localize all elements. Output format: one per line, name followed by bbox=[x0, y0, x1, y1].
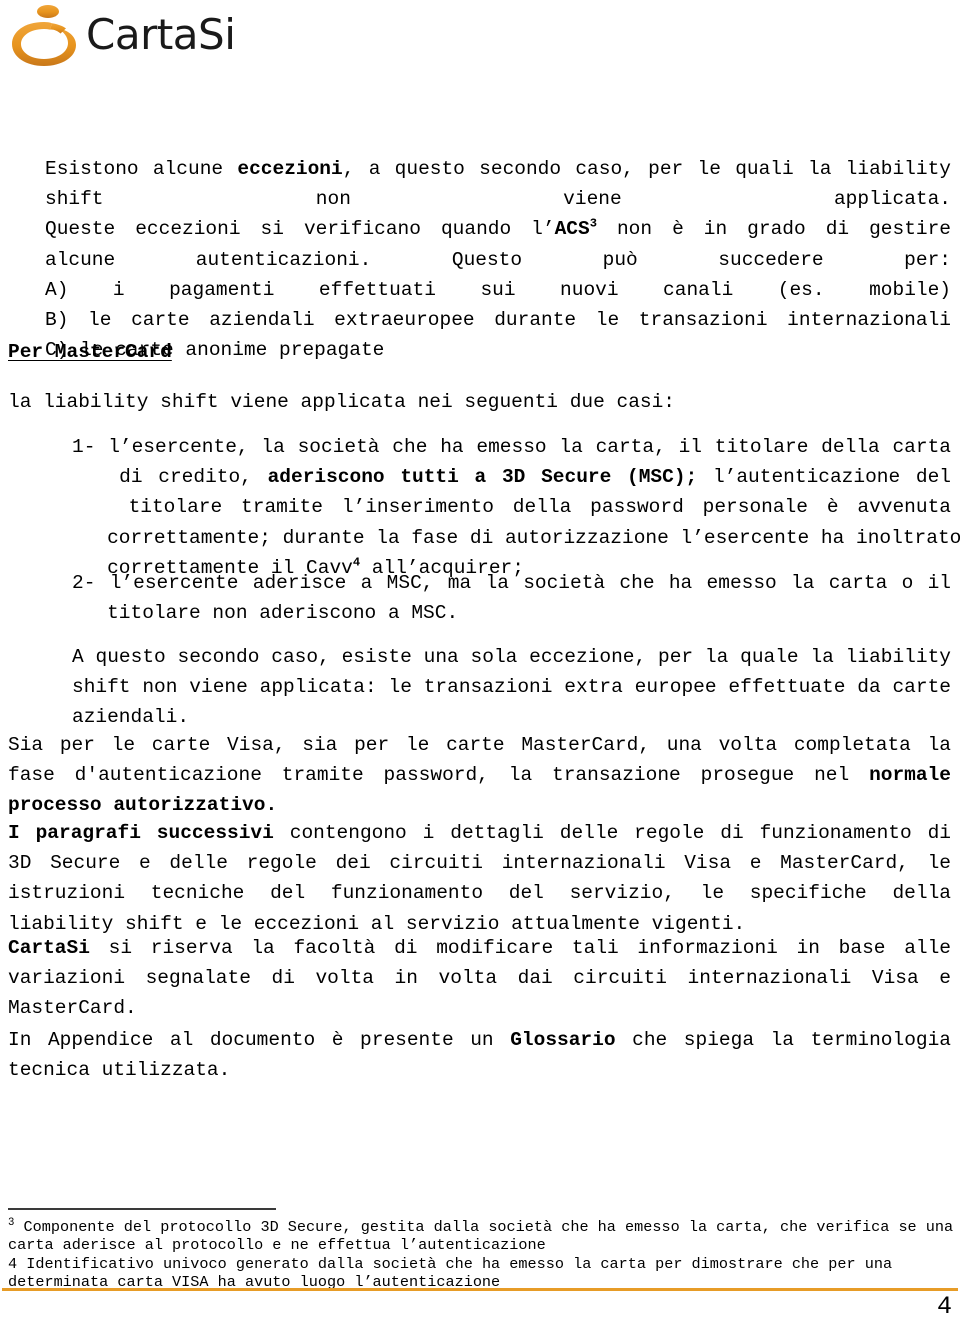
footnote-marker: 3 bbox=[589, 216, 597, 231]
cartasi-logo-icon bbox=[8, 4, 80, 70]
paragraph-appendice: In Appendice al documento è presente un … bbox=[8, 1025, 951, 1085]
paragraph-visa-mastercard: Sia per le carte Visa, sia per le carte … bbox=[8, 730, 951, 821]
footnote-line: 3 Componente del protocollo 3D Secure, g… bbox=[8, 1218, 954, 1236]
text-line: 1- l’esercente, la società che ha emesso… bbox=[72, 432, 951, 462]
footnote-separator bbox=[8, 1208, 276, 1210]
text-line: I paragrafi successivi contengono i dett… bbox=[8, 818, 951, 848]
text-line: titolare non aderiscono a MSC. bbox=[72, 598, 951, 628]
text-run: non è in grado di gestire bbox=[596, 218, 952, 241]
text-run: MasterCard. bbox=[8, 997, 137, 1020]
footnote-line: carta aderisce al protocollo e ne effett… bbox=[8, 1236, 952, 1254]
text-line: la liability shift viene applicata nei s… bbox=[8, 387, 908, 417]
text-run: alcune autenticazioni. Questo può succed… bbox=[45, 248, 951, 271]
text-line: 3D Secure e delle regole dei circuiti in… bbox=[8, 848, 951, 878]
text-run: , a questo secondo caso, per le quali la… bbox=[342, 158, 951, 180]
text-run: istruzioni tecniche del funzionamento de… bbox=[8, 882, 951, 905]
page-number: 4 bbox=[936, 1292, 952, 1321]
text-line: correttamente; durante la fase di autori… bbox=[72, 523, 960, 553]
text-run: aziendali. bbox=[72, 706, 190, 729]
footnote-line: 4 Identificativo univoco generato dalla … bbox=[8, 1255, 952, 1273]
text-run: shift non viene applicata: le transazion… bbox=[72, 676, 951, 699]
text-run: Per MasterCard bbox=[8, 341, 172, 363]
text-run: correttamente; durante la fase di autori… bbox=[72, 526, 960, 549]
text-run: Glossario bbox=[510, 1029, 616, 1051]
text-run: 3D Secure e delle regole dei circuiti in… bbox=[8, 852, 951, 875]
text-run: Componente del protocollo 3D Secure, ges… bbox=[14, 1218, 954, 1236]
page-header: CartaSi bbox=[0, 0, 960, 108]
text-line: Sia per le carte Visa, sia per le carte … bbox=[8, 730, 951, 760]
text-run: di credito, bbox=[72, 466, 268, 489]
text-run: I paragrafi successivi bbox=[8, 822, 274, 844]
text-line: Queste eccezioni si verificano quando l’… bbox=[45, 214, 951, 244]
footnote-marker: 4 bbox=[8, 1254, 18, 1273]
text-line: variazioni segnalate di volta in volta d… bbox=[8, 963, 951, 993]
text-line: MasterCard. bbox=[8, 993, 951, 1023]
text-run: carta aderisce al protocollo e ne effett… bbox=[8, 1236, 546, 1255]
text-run: Sia per le carte Visa, sia per le carte … bbox=[8, 734, 951, 756]
text-line: istruzioni tecniche del funzionamento de… bbox=[8, 878, 951, 908]
text-run: contengono i dettagli delle regole di fu… bbox=[273, 822, 951, 844]
text-run: A) i pagamenti effettuati sui nuovi cana… bbox=[45, 278, 951, 301]
text-line: shift non viene applicata. bbox=[45, 184, 951, 214]
text-run: titolare tramite l’inserimento della pas… bbox=[72, 496, 951, 519]
text-line: fase d'autenticazione tramite password, … bbox=[8, 760, 951, 790]
text-line: aziendali. bbox=[72, 702, 951, 732]
text-run: che spiega la terminologia bbox=[615, 1029, 952, 1051]
text-line: CartaSi si riserva la facoltà di modific… bbox=[8, 933, 951, 963]
text-line: alcune autenticazioni. Questo può succed… bbox=[45, 245, 951, 275]
text-run: CartaSi bbox=[8, 937, 90, 959]
text-line: di credito, aderiscono tutti a 3D Secure… bbox=[72, 462, 951, 492]
text-run: In Appendice al documento è presente un bbox=[8, 1029, 511, 1051]
paragraph-eccezioni: Esistono alcune eccezioni, a questo seco… bbox=[45, 154, 951, 365]
cartasi-wordmark: CartaSi bbox=[86, 10, 236, 59]
text-line: titolare tramite l’inserimento della pas… bbox=[72, 492, 951, 522]
text-line: A questo secondo caso, esiste una sola e… bbox=[72, 642, 951, 672]
text-line: tecnica utilizzata. bbox=[8, 1055, 951, 1085]
text-run: liability shift e le eccezioni al serviz… bbox=[8, 912, 746, 935]
footnotes: 3 Componente del protocollo 3D Secure, g… bbox=[8, 1218, 954, 1292]
text-run: 1- l’esercente, la società che ha emesso… bbox=[72, 436, 951, 458]
text-line: Esistono alcune eccezioni, a questo seco… bbox=[45, 154, 951, 184]
text-run: processo autorizzativo. bbox=[8, 794, 278, 817]
text-line: processo autorizzativo. bbox=[8, 790, 951, 820]
text-run: Identificativo univoco generato dalla so… bbox=[17, 1254, 893, 1273]
footer-rule bbox=[2, 1288, 958, 1291]
text-run: la liability shift viene applicata nei s… bbox=[8, 391, 676, 413]
text-run: ACS bbox=[554, 218, 590, 241]
text-line: In Appendice al documento è presente un … bbox=[8, 1025, 951, 1055]
text-run: eccezioni bbox=[237, 158, 343, 180]
text-run: si riserva la facoltà di modificare tali… bbox=[89, 937, 951, 959]
text-run: normale bbox=[869, 764, 951, 787]
text-run: variazioni segnalate di volta in volta d… bbox=[8, 967, 951, 990]
text-line: B) le carte aziendali extraeuropee duran… bbox=[45, 305, 951, 335]
text-run: tecnica utilizzata. bbox=[8, 1059, 231, 1082]
text-run: l’autenticazione del bbox=[697, 466, 951, 489]
paragraph-eccezione-unica: A questo secondo caso, esiste una sola e… bbox=[72, 642, 951, 733]
text-line: A) i pagamenti effettuati sui nuovi cana… bbox=[45, 275, 951, 305]
paragraph-cartasi-riserva: CartaSi si riserva la facoltà di modific… bbox=[8, 933, 951, 1024]
text-run: aderiscono tutti a 3D Secure (MSC); bbox=[267, 466, 698, 489]
text-run: titolare non aderiscono a MSC. bbox=[72, 602, 459, 625]
list-item-caso-2: 2- l’esercente aderisce a MSC, ma la soc… bbox=[72, 568, 951, 628]
text-run: B) le carte aziendali extraeuropee duran… bbox=[45, 309, 951, 332]
text-run: A questo secondo caso, esiste una sola e… bbox=[72, 646, 951, 668]
text-run: fase d'autenticazione tramite password, … bbox=[8, 764, 870, 787]
text-run: 2- l’esercente aderisce a MSC, ma la soc… bbox=[72, 572, 951, 594]
text-run: shift non viene applicata. bbox=[45, 188, 951, 211]
text-run: Queste eccezioni si verificano quando l’ bbox=[45, 218, 555, 241]
text-run: Esistono alcune bbox=[45, 158, 238, 180]
text-line: Per MasterCard bbox=[8, 337, 508, 367]
paragraph-liability-due-casi: la liability shift viene applicata nei s… bbox=[8, 387, 908, 417]
paragraph-paragrafi-successivi: I paragrafi successivi contengono i dett… bbox=[8, 818, 951, 939]
cartasi-logo: CartaSi bbox=[8, 4, 236, 70]
heading-per-mastercard: Per MasterCard bbox=[8, 337, 508, 367]
list-item-caso-1: 1- l’esercente, la società che ha emesso… bbox=[72, 432, 960, 583]
text-line: shift non viene applicata: le transazion… bbox=[72, 672, 951, 702]
text-line: 2- l’esercente aderisce a MSC, ma la soc… bbox=[72, 568, 951, 598]
